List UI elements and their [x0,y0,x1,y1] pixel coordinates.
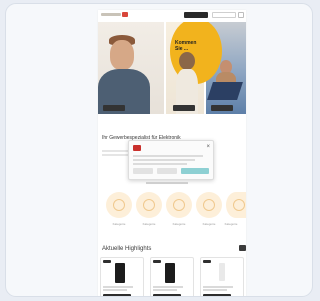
category-icon [173,199,185,211]
logo[interactable] [101,13,121,16]
product-image [165,263,175,283]
solar-panel-image [207,82,243,100]
person-image-2 [179,52,195,70]
category-label: Kategorie [172,222,186,226]
product-name [153,286,183,288]
category-icon [143,199,155,211]
product-card[interactable] [150,257,194,296]
screenshot-card: Kommen Sie ... Ihr Gewerbespezialist für… [5,3,313,297]
cart-icon[interactable] [238,12,244,18]
webpage: Kommen Sie ... Ihr Gewerbespezialist für… [98,10,246,296]
category-item[interactable] [136,192,162,218]
category-item[interactable] [226,192,246,218]
category-item[interactable] [106,192,132,218]
search-bar[interactable] [184,12,208,18]
category-icon [203,199,215,211]
category-item[interactable] [196,192,222,218]
hero-banner: Kommen Sie ... [98,22,246,114]
close-icon[interactable]: × [206,144,210,150]
add-to-cart-button[interactable] [203,294,231,296]
category-icon [113,199,125,211]
modal-secondary-button[interactable] [157,168,177,174]
product-card[interactable] [100,257,144,296]
account-button[interactable] [212,12,236,18]
product-badge [203,260,211,263]
product-badge [103,260,111,263]
modal-accept-button[interactable] [181,168,209,174]
category-icon [233,199,245,211]
highlights-title: Aktuelle Highlights [102,246,152,252]
modal-text [133,155,203,157]
add-to-cart-button[interactable] [153,294,181,296]
product-name [203,286,233,288]
product-image [219,263,225,281]
logo-mark-icon[interactable] [122,12,128,17]
modal-footer-link[interactable] [146,182,188,184]
modal-text [133,159,195,161]
modal-secondary-button[interactable] [133,168,153,174]
category-label: Kategorie [224,222,238,226]
category-item[interactable] [166,192,192,218]
product-image [115,263,125,283]
hero-cta-button-3[interactable] [211,105,233,111]
top-navigation [98,10,246,21]
add-to-cart-button[interactable] [103,294,131,296]
modal-logo-icon [133,145,141,151]
product-badge [153,260,161,263]
product-card[interactable] [200,257,244,296]
product-desc [153,289,177,291]
consent-modal: × [128,140,214,180]
modal-text [133,163,187,165]
chevron-right-icon[interactable] [239,245,246,251]
category-label: Kategorie [112,222,126,226]
product-desc [203,289,227,291]
product-desc [103,289,127,291]
hero-cta-button-1[interactable] [103,105,125,111]
hero-cta-button-2[interactable] [173,105,195,111]
person-image-face [110,40,134,70]
product-name [103,286,133,288]
category-label: Kategorie [142,222,156,226]
